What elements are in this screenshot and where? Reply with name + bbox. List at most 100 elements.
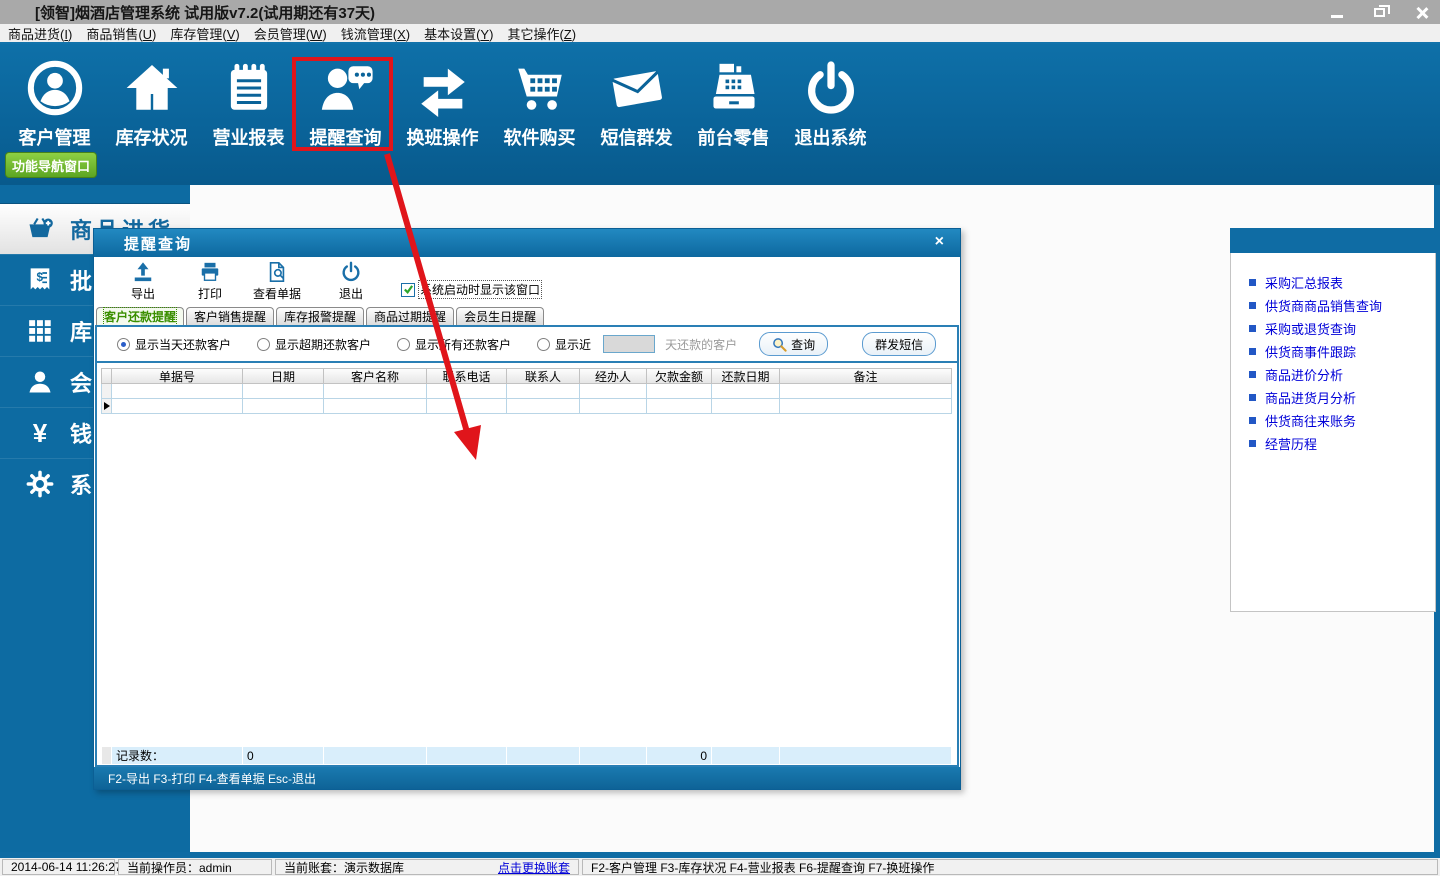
menu-item-settings[interactable]: 基本设置(Y) [424, 24, 493, 43]
home-icon [121, 57, 183, 119]
repayment-table: 单据号 日期 客户名称 联系电话 联系人 经办人 欠款金额 还款日期 备注 [101, 368, 952, 414]
magnifier-icon [772, 337, 787, 352]
main-toolbar: 客户管理 库存状况 营业报表 提醒查询 换班操作 [0, 44, 1440, 185]
radio-recent-days[interactable]: 显示近 [537, 336, 591, 353]
dialog-tab-bar: 客户还款提醒 客户销售提醒 库存报警提醒 商品过期提醒 会员生日提醒 [94, 307, 960, 325]
record-count-value: 0 [243, 746, 324, 765]
toolbar-button-pos-retail[interactable]: 前台零售 [685, 44, 782, 185]
filter-row: 显示当天还款客户 显示超期还款客户 显示所有还款客户 显示近 天还款的客户 查询… [97, 327, 957, 363]
summary-row: 记录数： 0 0 [101, 746, 952, 765]
status-bar: 2014-06-14 11:26:27 当前操作员：admin 当前账套：演示数… [0, 858, 1440, 876]
switch-account-link[interactable]: 点击更换账套 [498, 859, 570, 876]
days-input[interactable] [603, 335, 655, 353]
radio-icon [397, 338, 410, 351]
view-document-button[interactable]: 查看单据 [239, 261, 315, 302]
status-datetime: 2014-06-14 11:26:27 [2, 859, 115, 875]
menu-item-goods-sale[interactable]: 商品销售(U) [86, 24, 156, 43]
power-icon [800, 57, 862, 119]
col-header-repay-date[interactable]: 还款日期 [712, 368, 780, 384]
bullet-icon [1249, 348, 1256, 355]
close-button[interactable] [1410, 3, 1432, 21]
function-nav-tag[interactable]: 功能导航窗口 [5, 152, 97, 178]
col-header-handler[interactable]: 经办人 [580, 368, 647, 384]
tab-stock-alert[interactable]: 库存报警提醒 [276, 307, 364, 325]
tab-goods-expiry[interactable]: 商品过期提醒 [366, 307, 454, 325]
tab-customer-repayment[interactable]: 客户还款提醒 [96, 307, 184, 325]
quick-link-purchase-summary[interactable]: 采购汇总报表 [1231, 271, 1435, 294]
query-button[interactable]: 查询 [759, 332, 828, 356]
col-header-receipt-no[interactable]: 单据号 [112, 368, 243, 384]
menu-item-members[interactable]: 会员管理(W) [254, 24, 327, 43]
toolbar-button-reminder-query[interactable]: 提醒查询 [297, 44, 394, 185]
toolbar-button-software-purchase[interactable]: 软件购买 [491, 44, 588, 185]
menu-item-other[interactable]: 其它操作(Z) [507, 24, 576, 43]
quick-link-monthly-purchase-analysis[interactable]: 商品进货月分析 [1231, 386, 1435, 409]
print-icon [199, 261, 221, 283]
menu-bar: 商品进货(I) 商品销售(U) 库存管理(V) 会员管理(W) 钱流管理(X) … [0, 24, 1440, 44]
table-header-row: 单据号 日期 客户名称 联系电话 联系人 经办人 欠款金额 还款日期 备注 [101, 368, 952, 384]
export-icon [132, 261, 154, 283]
status-account-label: 当前账套：演示数据库 [284, 859, 404, 876]
radio-today-repayment[interactable]: 显示当天还款客户 [117, 336, 231, 353]
cart-icon [509, 57, 571, 119]
tab-customer-sales[interactable]: 客户销售提醒 [186, 307, 274, 325]
bullet-icon [1249, 302, 1256, 309]
dialog-close-icon[interactable]: × [935, 234, 944, 250]
bullet-icon [1249, 325, 1256, 332]
radio-overdue-repayment[interactable]: 显示超期还款客户 [257, 336, 371, 353]
radio-icon [257, 338, 270, 351]
table-empty-area [97, 414, 957, 746]
quick-link-supplier-accounts[interactable]: 供货商往来账务 [1231, 409, 1435, 432]
dialog-titlebar[interactable]: 提醒查询 × [94, 229, 960, 257]
yen-icon: ¥ [26, 419, 54, 447]
tab-member-birthday[interactable]: 会员生日提醒 [456, 307, 544, 325]
menu-item-inventory[interactable]: 库存管理(V) [170, 24, 239, 43]
toolbar-button-shift-change[interactable]: 换班操作 [394, 44, 491, 185]
col-header-remark[interactable]: 备注 [780, 368, 952, 384]
col-header-customer-name[interactable]: 客户名称 [324, 368, 427, 384]
toolbar-button-sms-broadcast[interactable]: 短信群发 [588, 44, 685, 185]
toolbar-button-exit-system[interactable]: 退出系统 [782, 44, 879, 185]
toolbar-button-inventory-status[interactable]: 库存状况 [103, 44, 200, 185]
quick-links-header [1230, 228, 1436, 253]
record-count-label: 记录数： [112, 746, 243, 765]
user-badge-icon [24, 57, 86, 119]
col-header-amount-owed[interactable]: 欠款金额 [647, 368, 712, 384]
bullet-icon [1249, 371, 1256, 378]
dialog-exit-button[interactable]: 退出 [313, 261, 389, 302]
print-button[interactable]: 打印 [172, 261, 248, 302]
show-on-startup-checkbox[interactable]: 系统启动时显示该窗口 [401, 281, 541, 298]
summary-marker-cell [101, 746, 112, 765]
cash-register-icon [703, 57, 765, 119]
person-chat-icon [315, 57, 377, 119]
swap-arrows-icon [412, 57, 474, 119]
sms-broadcast-button[interactable]: 群发短信 [862, 332, 936, 356]
dialog-toolbar: 导出 打印 查看单据 退出 系统启动时显示该窗口 [94, 257, 960, 307]
quick-link-business-history[interactable]: 经营历程 [1231, 432, 1435, 455]
radio-all-repayment[interactable]: 显示所有还款客户 [397, 336, 511, 353]
amount-total-value: 0 [647, 746, 712, 765]
quick-link-supplier-goods-sales[interactable]: 供货商商品销售查询 [1231, 294, 1435, 317]
body-area: 商品进货 $ 批发销售 库存管理 会员管理 ¥ [0, 185, 1440, 852]
quick-link-price-analysis[interactable]: 商品进价分析 [1231, 363, 1435, 386]
toolbar-button-business-report[interactable]: 营业报表 [200, 44, 297, 185]
status-account: 当前账套：演示数据库 点击更换账套 [275, 859, 579, 875]
status-shortcuts: F2-客户管理 F3-库存状况 F4-营业报表 F6-提醒查询 F7-换班操作 [582, 859, 1438, 875]
restore-button[interactable] [1368, 3, 1390, 21]
menu-item-goods-purchase[interactable]: 商品进货(I) [8, 24, 72, 43]
restore-icon [1374, 8, 1385, 17]
minimize-button[interactable] [1326, 3, 1348, 21]
quick-link-supplier-event-tracking[interactable]: 供货商事件跟踪 [1231, 340, 1435, 363]
checkbox-checked-icon [401, 283, 415, 297]
col-header-contact[interactable]: 联系人 [507, 368, 580, 384]
quick-link-purchase-return-query[interactable]: 采购或退货查询 [1231, 317, 1435, 340]
reminder-query-dialog: 提醒查询 × 导出 打印 查看单据 退出 [93, 228, 961, 790]
table-row-current[interactable] [101, 399, 952, 414]
table-row[interactable] [101, 384, 952, 399]
bullet-icon [1249, 394, 1256, 401]
col-header-date[interactable]: 日期 [243, 368, 324, 384]
marker-column-header [101, 368, 112, 384]
menu-item-cashflow[interactable]: 钱流管理(X) [341, 24, 410, 43]
col-header-phone[interactable]: 联系电话 [427, 368, 507, 384]
export-button[interactable]: 导出 [105, 261, 181, 302]
